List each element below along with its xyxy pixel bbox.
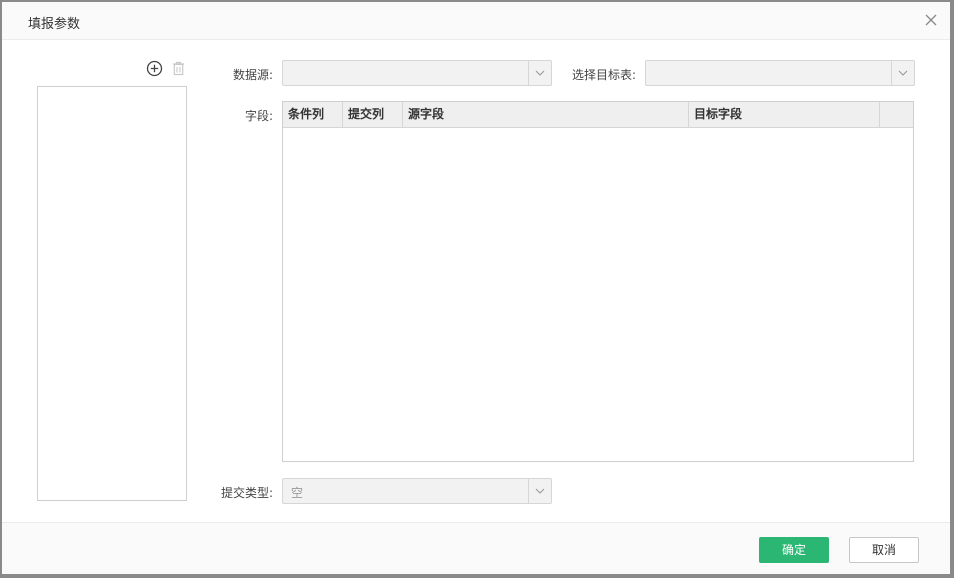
target-table-label: 选择目标表: [572, 68, 637, 82]
datasource-label: 数据源: [233, 68, 274, 82]
submit-type-select[interactable]: 空 [282, 478, 552, 504]
trash-icon[interactable] [170, 60, 187, 77]
left-panel-toolbar [146, 60, 190, 78]
confirm-button[interactable]: 确定 [759, 537, 829, 563]
param-list[interactable] [37, 86, 187, 501]
dialog-title: 填报参数 [28, 17, 81, 32]
fields-table-header: 条件列 提交列 源字段 目标字段 [283, 102, 913, 128]
fields-label: 字段: [245, 109, 274, 123]
chevron-down-icon[interactable] [528, 479, 551, 503]
dialog-header: 填报参数 [2, 2, 950, 40]
chevron-down-icon[interactable] [891, 61, 914, 85]
fields-table: 条件列 提交列 源字段 目标字段 [282, 101, 914, 462]
chevron-down-icon[interactable] [528, 61, 551, 85]
close-icon[interactable] [921, 10, 941, 30]
add-circle-icon[interactable] [146, 60, 163, 77]
submit-type-value: 空 [291, 486, 304, 500]
column-header-submit[interactable]: 提交列 [343, 102, 403, 127]
column-header-condition[interactable]: 条件列 [283, 102, 343, 127]
column-header-actions [880, 102, 913, 127]
cancel-button[interactable]: 取消 [849, 537, 919, 563]
column-header-target-field[interactable]: 目标字段 [689, 102, 880, 127]
submit-type-label: 提交类型: [221, 486, 274, 500]
column-header-source-field[interactable]: 源字段 [403, 102, 689, 127]
fill-params-dialog: 填报参数 数据源: 选择目标表: 字段: 条件列 提交列 源字段 目标字段 提交… [2, 2, 950, 574]
target-table-select[interactable] [645, 60, 915, 86]
datasource-select[interactable] [282, 60, 552, 86]
dialog-footer: 确定 取消 [2, 522, 950, 574]
